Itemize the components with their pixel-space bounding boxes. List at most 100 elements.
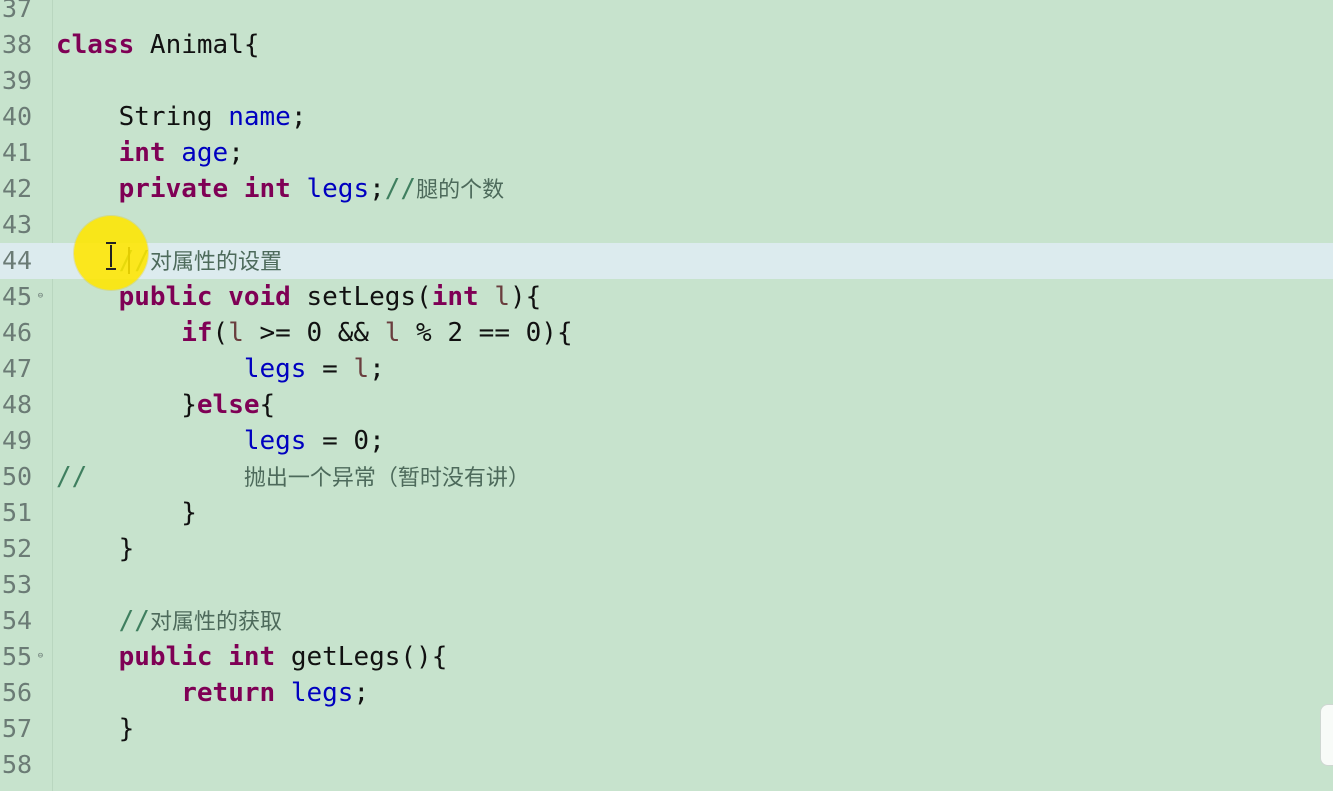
code-text[interactable]: }	[56, 495, 197, 531]
code-text[interactable]: }	[56, 711, 135, 747]
code-text[interactable]: legs = 0;	[56, 423, 385, 459]
code-token: ){	[510, 282, 542, 312]
code-line[interactable]: 40 String name;	[0, 99, 1333, 135]
code-token: }	[56, 390, 197, 420]
line-number: 53	[2, 570, 33, 599]
code-token: int	[243, 174, 291, 204]
code-text[interactable]: // 抛出一个异常（暂时没有讲）	[56, 459, 530, 497]
line-number: 46	[2, 318, 33, 347]
code-line[interactable]: 56 return legs;	[0, 675, 1333, 711]
code-token: l	[384, 318, 401, 348]
code-line[interactable]: 49 legs = 0;	[0, 423, 1333, 459]
line-number: 38	[2, 30, 33, 59]
fold-toggle-icon[interactable]: ⊖	[36, 652, 45, 661]
code-token: getLegs(){	[275, 642, 448, 672]
line-number: 48	[2, 390, 33, 419]
line-number: 41	[2, 138, 33, 167]
code-token: //	[384, 174, 417, 204]
code-line[interactable]: 58	[0, 747, 1333, 783]
code-token: age	[181, 138, 229, 168]
code-token: else	[196, 390, 260, 420]
code-line[interactable]: 46 if(l >= 0 && l % 2 == 0){	[0, 315, 1333, 351]
line-number: 37	[2, 0, 33, 23]
code-token: % 2 == 0){	[400, 318, 573, 348]
code-token: //	[56, 462, 88, 492]
code-line[interactable]: 54 //对属性的获取	[0, 603, 1333, 639]
code-line[interactable]: 52 }	[0, 531, 1333, 567]
code-token: ;	[369, 174, 385, 204]
code-line[interactable]: 38 class Animal{	[0, 27, 1333, 63]
line-number: 57	[2, 714, 33, 743]
side-panel-handle[interactable]	[1320, 704, 1333, 766]
code-token: 抛出一个异常（暂时没有讲）	[243, 466, 530, 491]
code-text[interactable]: return legs;	[56, 675, 369, 711]
code-line[interactable]: 53	[0, 567, 1333, 603]
code-token: //	[118, 606, 150, 636]
code-token: }	[56, 498, 197, 528]
code-text[interactable]: class Animal{	[56, 27, 260, 63]
code-line[interactable]: 47 legs = l;	[0, 351, 1333, 387]
code-token: public	[118, 282, 213, 312]
code-text[interactable]: if(l >= 0 && l % 2 == 0){	[56, 315, 573, 351]
code-token: l	[353, 354, 370, 384]
code-line[interactable]: 43	[0, 207, 1333, 243]
code-text[interactable]: }	[56, 531, 135, 567]
fold-toggle-icon[interactable]: ⊖	[36, 292, 45, 301]
code-line[interactable]: 50 // 抛出一个异常（暂时没有讲）	[0, 459, 1333, 495]
code-text[interactable]: legs = l;	[56, 351, 385, 387]
code-token: public	[118, 642, 213, 672]
line-number: 39	[2, 66, 33, 95]
line-number: 56	[2, 678, 33, 707]
code-line[interactable]: 48 }else{	[0, 387, 1333, 423]
code-line[interactable]: 39	[0, 63, 1333, 99]
code-line[interactable]: 45 ⊖ public void setLegs(int l){	[0, 279, 1333, 315]
code-line[interactable]: 42 private int legs;//腿的个数	[0, 171, 1333, 207]
code-text[interactable]: public int getLegs(){	[56, 639, 448, 675]
line-number: 52	[2, 534, 33, 563]
line-number: 54	[2, 606, 33, 635]
code-line[interactable]: 55 ⊖ public int getLegs(){	[0, 639, 1333, 675]
code-text[interactable]: }else{	[56, 387, 275, 423]
code-token: int	[228, 642, 276, 672]
code-token: 对属性的获取	[149, 610, 282, 635]
line-number: 58	[2, 750, 33, 779]
code-token: }	[56, 714, 135, 744]
line-number: 42	[2, 174, 33, 203]
code-token: ;	[353, 678, 370, 708]
code-token: class	[56, 30, 135, 60]
code-token: void	[228, 282, 291, 312]
code-line[interactable]: 44 //对属性的设置	[0, 243, 1333, 279]
code-token: = 0;	[306, 426, 385, 456]
code-token: String	[56, 102, 229, 132]
code-text[interactable]: int age;	[56, 135, 244, 171]
code-text[interactable]: private int legs;//腿的个数	[56, 171, 504, 209]
code-token: }	[56, 534, 135, 564]
code-token: return	[181, 678, 276, 708]
code-token: name	[228, 102, 291, 132]
code-token: setLegs(	[290, 282, 432, 312]
code-line[interactable]: 37	[0, 0, 1333, 27]
code-token: legs	[290, 678, 354, 708]
code-text[interactable]: //对属性的获取	[56, 603, 282, 641]
code-token: ;	[369, 354, 385, 384]
line-number: 44	[2, 246, 33, 275]
code-text[interactable]: String name;	[56, 99, 307, 135]
code-token: private	[118, 174, 229, 204]
code-line[interactable]: 57 }	[0, 711, 1333, 747]
code-editor[interactable]: 37 38 class Animal{39 40 String name; 41 int…	[0, 0, 1333, 791]
code-line[interactable]: 41 int age;	[0, 135, 1333, 171]
code-token: ;	[228, 138, 244, 168]
code-line[interactable]: 51 }	[0, 495, 1333, 531]
